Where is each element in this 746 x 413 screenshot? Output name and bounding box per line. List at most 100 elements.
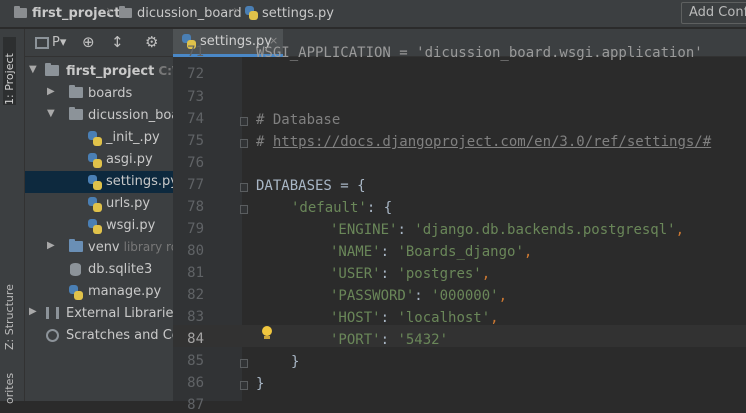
database-file-icon xyxy=(70,263,81,276)
dict-value: 'django.db.backends.postgresql' xyxy=(414,222,676,238)
expand-arrow-icon[interactable]: ▼ xyxy=(47,108,55,119)
scratches-icon xyxy=(46,329,59,342)
tree-item-settings-py[interactable]: settings.py xyxy=(25,171,173,193)
collapse-arrow-icon[interactable]: ▶ xyxy=(47,240,55,251)
line-number: 86 xyxy=(187,375,204,391)
code-punct: : xyxy=(380,266,398,282)
code-line-78: 'default': { xyxy=(291,200,392,216)
breadcrumb-file[interactable]: settings.py xyxy=(245,4,334,22)
code-line-86: } xyxy=(256,376,265,392)
tree-item-first-project[interactable]: ▼ first_projectC:\U xyxy=(25,61,173,83)
docs-link[interactable]: https://docs.djangoproject.com/en/3.0/re… xyxy=(273,134,711,150)
line-number-current: 84 xyxy=(187,331,204,347)
tree-item-label: db.sqlite3 xyxy=(88,262,153,277)
tree-item-label: Scratches and Con xyxy=(66,328,173,343)
project-panel: P▾ ⊕ ↕ ⚙ ▼ first_projectC:\U ▶ boards ▼ … xyxy=(25,29,173,401)
line-number: 73 xyxy=(187,89,204,105)
add-configuration-button[interactable]: Add Confi xyxy=(681,2,746,24)
code-line-81: 'USER': 'postgres', xyxy=(330,266,490,282)
tree-item-scratches[interactable]: Scratches and Con xyxy=(25,325,173,347)
code-punct: : xyxy=(380,310,398,326)
dict-key: 'default' xyxy=(291,200,367,216)
tool-window-strip: 1: Project Z: Structure orites xyxy=(0,29,25,404)
code-line-79: 'ENGINE': 'django.db.backends.postgresql… xyxy=(330,222,684,238)
python-file-icon xyxy=(69,285,83,300)
tree-item-label: dicussion_boar xyxy=(88,108,173,123)
code-line-75: # https://docs.djangoproject.com/en/3.0/… xyxy=(256,134,711,150)
tree-item-db-sqlite3[interactable]: db.sqlite3 xyxy=(25,259,173,281)
tree-item-label: first_project xyxy=(66,64,155,79)
fold-marker-icon[interactable] xyxy=(240,205,248,214)
tree-item-dicussion-board[interactable]: ▼ dicussion_boar xyxy=(25,105,173,127)
breadcrumb-folder-label: dicussion_board xyxy=(137,5,242,21)
comment-hash: # xyxy=(256,134,273,150)
settings-gear-icon[interactable]: ⚙ xyxy=(145,33,158,51)
breadcrumb-folder[interactable]: dicussion_board xyxy=(119,4,242,22)
dict-value: 'localhost' xyxy=(397,310,491,326)
dict-value: 'Boards_django' xyxy=(397,244,524,260)
python-file-icon xyxy=(245,6,258,20)
line-number: 80 xyxy=(187,243,204,259)
tree-item-label: manage.py xyxy=(88,284,162,299)
code-comma: , xyxy=(523,244,533,260)
dict-key: 'PORT' xyxy=(330,332,381,348)
line-number: 82 xyxy=(187,287,204,303)
line-number: 79 xyxy=(187,221,204,237)
folder-icon xyxy=(69,85,83,98)
fold-marker-icon[interactable] xyxy=(240,359,248,368)
dict-key: 'NAME' xyxy=(330,244,381,260)
tree-item-wsgi-py[interactable]: wsgi.py xyxy=(25,215,173,237)
lightbulb-icon[interactable] xyxy=(261,326,273,340)
tree-item-label: wsgi.py xyxy=(106,218,156,233)
tree-item-external-libraries[interactable]: ▶ External Libraries xyxy=(25,303,173,325)
navigation-bar: first_project › dicussion_board › settin… xyxy=(0,0,746,28)
code-line-85: } xyxy=(291,354,300,370)
line-number: 75 xyxy=(187,133,204,149)
fold-marker-icon[interactable] xyxy=(240,139,248,148)
dict-value: 'postgres' xyxy=(397,266,482,282)
collapse-arrow-icon[interactable]: ▶ xyxy=(29,306,37,317)
expand-arrow-icon[interactable]: ▼ xyxy=(29,64,37,75)
python-file-icon xyxy=(88,197,102,212)
tree-item-venv[interactable]: ▶ venv library ro xyxy=(25,237,173,259)
project-view-dropdown[interactable]: P▾ xyxy=(52,35,66,50)
dict-key: 'ENGINE' xyxy=(330,222,398,238)
python-file-icon xyxy=(88,219,102,234)
line-number: 78 xyxy=(187,199,204,215)
code-punct: : xyxy=(414,288,432,304)
dict-value: '5432' xyxy=(397,332,449,348)
python-file-icon xyxy=(88,131,102,146)
breadcrumb-separator: › xyxy=(106,3,112,19)
fold-marker-icon[interactable] xyxy=(240,381,248,390)
project-tool-tab[interactable]: 1: Project xyxy=(3,37,16,105)
tree-item-label: boards xyxy=(88,86,133,101)
fold-marker-icon[interactable] xyxy=(240,183,248,192)
tree-item-urls-py[interactable]: urls.py xyxy=(25,193,173,215)
collapse-all-icon[interactable]: ↕ xyxy=(111,33,124,51)
tree-item-boards[interactable]: ▶ boards xyxy=(25,83,173,105)
tree-item-init-py[interactable]: _init_.py xyxy=(25,127,173,149)
line-number: 77 xyxy=(187,177,204,193)
python-file-icon xyxy=(88,175,102,190)
favorites-tool-tab[interactable]: orites xyxy=(3,372,16,404)
locate-target-icon[interactable]: ⊕ xyxy=(82,33,95,51)
code-line-74: # Database xyxy=(256,112,341,128)
project-view-icon[interactable] xyxy=(35,37,49,49)
folder-icon xyxy=(69,107,83,120)
tree-item-label: urls.py xyxy=(106,196,151,211)
tree-item-label: External Libraries xyxy=(66,306,173,321)
collapse-arrow-icon[interactable]: ▶ xyxy=(47,86,55,97)
structure-tool-tab[interactable]: Z: Structure xyxy=(3,272,16,350)
tree-item-label: venv xyxy=(88,240,120,255)
breadcrumb-project[interactable]: first_project xyxy=(14,4,120,22)
current-line-highlight xyxy=(173,325,746,347)
folder-icon xyxy=(69,239,83,252)
fold-marker-icon[interactable] xyxy=(240,117,248,126)
tree-item-asgi-py[interactable]: asgi.py xyxy=(25,149,173,171)
code-line-77: DATABASES = { xyxy=(256,178,366,194)
tree-item-label: settings.py xyxy=(106,174,173,189)
code-line-82: 'PASSWORD': '000000', xyxy=(330,288,507,304)
tree-item-path-hint: C:\U xyxy=(158,64,173,78)
folder-icon xyxy=(119,6,132,18)
tree-item-manage-py[interactable]: manage.py xyxy=(25,281,173,303)
